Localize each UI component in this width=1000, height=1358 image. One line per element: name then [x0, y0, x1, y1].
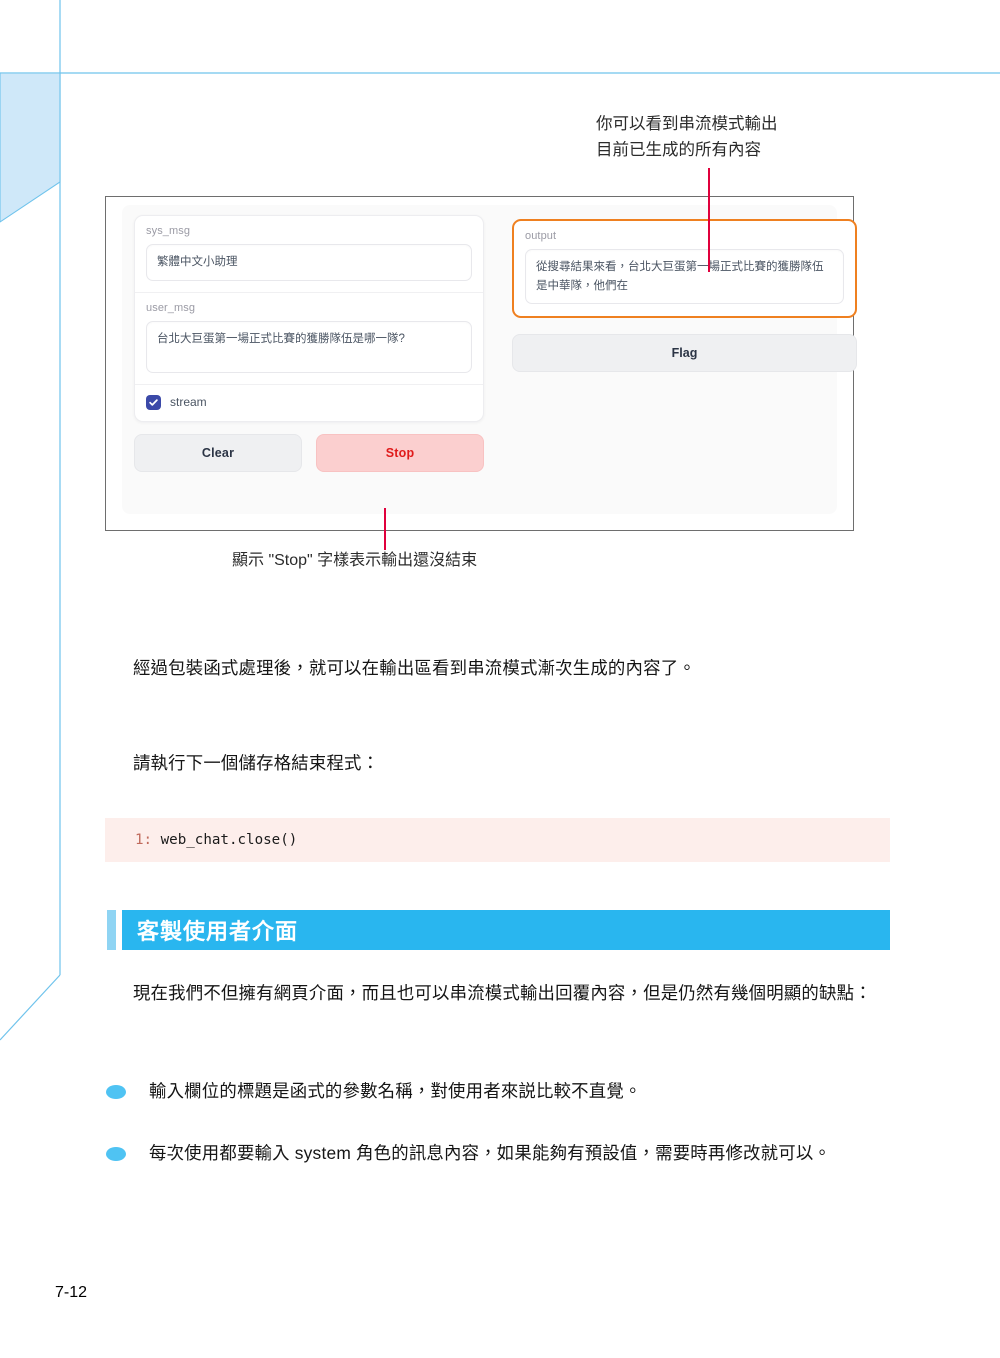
- user-msg-field-group: user_msg 台北大巨蛋第一場正式比賽的獲勝隊伍是哪一隊?: [135, 293, 483, 385]
- code-line-number: 1:: [135, 832, 153, 848]
- inputs-panel: sys_msg 繁體中文小助理 user_msg 台北大巨蛋第一場正式比賽的獲勝…: [134, 215, 484, 422]
- list-item: 輸入欄位的標題是函式的參數名稱，對使用者來説比較不直覺。: [106, 1073, 890, 1109]
- bullet-2-text: 每次使用都要輸入 system 角色的訊息內容，如果能夠有預設值，需要時再修改就…: [149, 1143, 832, 1163]
- output-panel: output 從搜尋結果來看，台北大巨蛋第一場正式比賽的獲勝隊伍是中華隊，他們在: [512, 219, 857, 319]
- paragraph-2: 請執行下一個儲存格結束程式：: [106, 745, 890, 781]
- paragraph-2-text: 請執行下一個儲存格結束程式：: [132, 753, 380, 773]
- checkmark-icon[interactable]: [146, 394, 161, 410]
- paragraph-1-text: 經過包裝函式處理後，就可以在輸出區看到串流模式漸次生成的內容了。: [132, 658, 696, 678]
- page-number: 7-12: [55, 1284, 88, 1301]
- screenshot-figure: sys_msg 繁體中文小助理 user_msg 台北大巨蛋第一場正式比賽的獲勝…: [105, 196, 857, 531]
- code-line: 1: web_chat.close(): [135, 832, 297, 848]
- output-column: output 從搜尋結果來看，台北大巨蛋第一場正式比賽的獲勝隊伍是中華隊，他們在…: [512, 215, 857, 502]
- heading-accent-bar: [107, 910, 116, 950]
- annotation-bottom-text: 顯示 "Stop" 字樣表示輸出還沒結束: [232, 552, 478, 569]
- stream-checkbox-label: stream: [170, 395, 207, 410]
- sys-msg-input[interactable]: 繁體中文小助理: [146, 244, 472, 281]
- clear-button[interactable]: Clear: [134, 433, 302, 472]
- stop-button[interactable]: Stop: [316, 433, 484, 472]
- gradio-app-shell: sys_msg 繁體中文小助理 user_msg 台北大巨蛋第一場正式比賽的獲勝…: [122, 205, 857, 514]
- inputs-column: sys_msg 繁體中文小助理 user_msg 台北大巨蛋第一場正式比賽的獲勝…: [134, 215, 484, 502]
- paragraph-3: 現在我們不但擁有網頁介面，而且也可以串流模式輸出回覆內容，但是仍然有幾個明顯的缺…: [106, 975, 890, 1011]
- sys-msg-label: sys_msg: [146, 225, 191, 237]
- heading-title: 客製使用者介面: [122, 910, 890, 950]
- annotation-top-text: 你可以看到串流模式輸出 目前已生成的所有內容: [596, 115, 778, 159]
- section-heading: 客製使用者介面: [107, 910, 890, 950]
- user-msg-label: user_msg: [146, 301, 196, 314]
- action-button-row: Clear Stop: [134, 433, 484, 472]
- bullet-1-text: 輸入欄位的標題是函式的參數名稱，對使用者來説比較不直覺。: [149, 1081, 642, 1101]
- list-item: 每次使用都要輸入 system 角色的訊息內容，如果能夠有預設值，需要時再修改就…: [106, 1135, 890, 1171]
- code-text: web_chat.close(): [160, 832, 298, 848]
- user-msg-input[interactable]: 台北大巨蛋第一場正式比賽的獲勝隊伍是哪一隊?: [146, 320, 472, 373]
- stream-checkbox-row[interactable]: stream: [135, 385, 483, 421]
- bullet-dot-icon: [106, 1085, 126, 1099]
- paragraph-3-text: 現在我們不但擁有網頁介面，而且也可以串流模式輸出回覆內容，但是仍然有幾個明顯的缺…: [132, 983, 872, 1003]
- paragraph-1: 經過包裝函式處理後，就可以在輸出區看到串流模式漸次生成的內容了。: [106, 650, 890, 686]
- annotation-bottom-leader-line: [384, 508, 386, 550]
- code-block: 1: web_chat.close(): [105, 818, 890, 862]
- annotation-top-leader-line: [708, 168, 710, 272]
- output-textbox: 從搜尋結果來看，台北大巨蛋第一場正式比賽的獲勝隊伍是中華隊，他們在: [525, 249, 844, 305]
- sys-msg-field-group: sys_msg 繁體中文小助理: [135, 216, 483, 293]
- output-label: output: [525, 230, 557, 242]
- deco-lower-tail: [0, 974, 61, 1041]
- bullet-dot-icon: [106, 1147, 126, 1161]
- deco-blue-shape: [0, 72, 61, 223]
- flag-button[interactable]: Flag: [512, 334, 857, 373]
